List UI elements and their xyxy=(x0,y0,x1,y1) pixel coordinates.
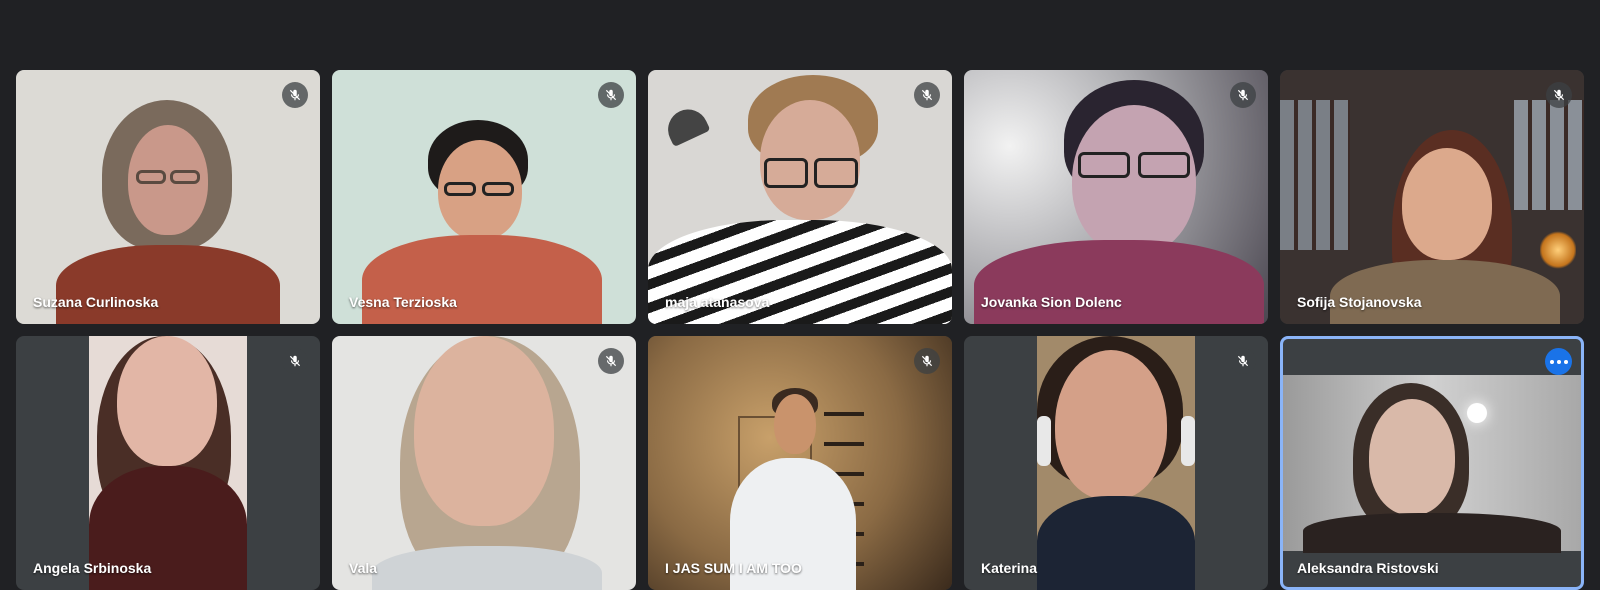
participant-name: Angela Srbinoska xyxy=(33,560,152,576)
participant-face xyxy=(414,336,554,526)
glasses xyxy=(1138,152,1190,178)
video-feed xyxy=(1280,70,1584,324)
participant-name: Aleksandra Ristovski xyxy=(1297,560,1439,576)
ceiling-light xyxy=(1467,403,1487,423)
participant-body xyxy=(56,245,280,324)
participant-name: Jovanka Sion Dolenc xyxy=(981,294,1122,310)
window xyxy=(1514,100,1584,210)
participant-name: maja atanasova xyxy=(665,294,770,310)
participant-tile[interactable]: Suzana Curlinoska xyxy=(16,70,320,324)
participant-body xyxy=(1037,496,1195,590)
participant-name: Suzana Curlinoska xyxy=(33,294,159,310)
participant-name: Sofija Stojanovska xyxy=(1297,294,1422,310)
window xyxy=(1280,100,1350,250)
mic-off-icon xyxy=(282,348,308,374)
participant-tile[interactable]: Katerina xyxy=(964,336,1268,590)
participant-body xyxy=(362,235,602,324)
participant-grid: Suzana Curlinoska Vesna Terzioska maja a… xyxy=(16,70,1584,590)
glasses xyxy=(170,170,200,184)
participant-name: Vala xyxy=(349,560,378,576)
glasses xyxy=(1078,152,1130,178)
mic-off-icon xyxy=(914,82,940,108)
mic-off-icon xyxy=(598,348,624,374)
participant-tile[interactable]: Vala xyxy=(332,336,636,590)
participant-face xyxy=(1402,148,1492,260)
video-feed xyxy=(89,336,247,590)
video-feed xyxy=(964,70,1268,324)
video-feed xyxy=(332,336,636,590)
fireplace xyxy=(1540,230,1576,270)
participant-body xyxy=(372,546,602,590)
mic-off-icon xyxy=(1230,82,1256,108)
participant-tile[interactable]: maja atanasova xyxy=(648,70,952,324)
video-feed xyxy=(648,70,952,324)
video-feed xyxy=(648,336,952,590)
headphones xyxy=(1037,416,1051,466)
desk-lamp xyxy=(661,102,711,148)
glasses xyxy=(764,158,808,188)
headphones xyxy=(1181,416,1195,466)
participant-tile[interactable]: Angela Srbinoska xyxy=(16,336,320,590)
video-feed xyxy=(16,70,320,324)
participant-tile[interactable]: Sofija Stojanovska xyxy=(1280,70,1584,324)
participant-body xyxy=(974,240,1264,324)
participant-name: Katerina xyxy=(981,560,1038,576)
mic-off-icon xyxy=(282,82,308,108)
participant-tile[interactable]: Jovanka Sion Dolenc xyxy=(964,70,1268,324)
video-feed xyxy=(332,70,636,324)
glasses xyxy=(482,182,514,196)
participant-name: Vesna Terzioska xyxy=(349,294,457,310)
participant-tile[interactable]: Vesna Terzioska xyxy=(332,70,636,324)
glasses xyxy=(136,170,166,184)
participant-tile[interactable]: I JAS SUM I AM TOO xyxy=(648,336,952,590)
participant-face xyxy=(1369,399,1455,515)
video-feed xyxy=(1037,336,1195,590)
participant-face xyxy=(774,394,816,454)
participant-body xyxy=(1303,513,1561,553)
participant-face xyxy=(117,336,217,466)
mic-off-icon xyxy=(1230,348,1256,374)
more-options-icon[interactable] xyxy=(1545,348,1572,375)
participant-name: I JAS SUM I AM TOO xyxy=(665,560,802,576)
mic-off-icon xyxy=(1546,82,1572,108)
participant-face xyxy=(1072,105,1196,255)
mic-off-icon xyxy=(914,348,940,374)
participant-body xyxy=(1330,260,1560,324)
mic-off-icon xyxy=(598,82,624,108)
participant-tile-active[interactable]: Aleksandra Ristovski xyxy=(1280,336,1584,590)
glasses xyxy=(444,182,476,196)
participant-face xyxy=(1055,350,1167,500)
video-feed xyxy=(1283,375,1581,553)
glasses xyxy=(814,158,858,188)
